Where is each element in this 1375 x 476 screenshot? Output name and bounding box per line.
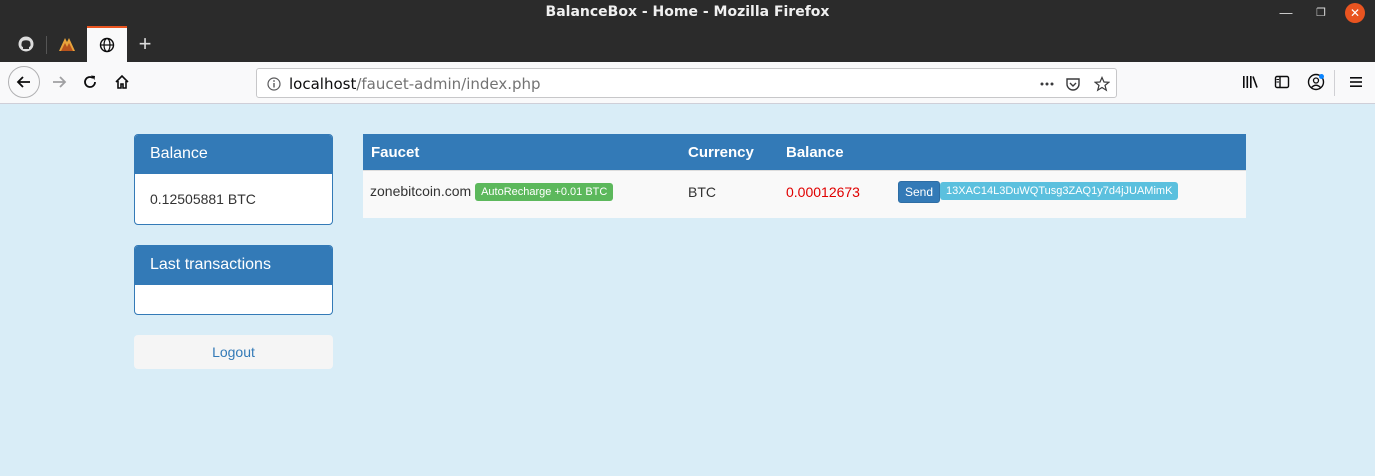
window-titlebar: BalanceBox - Home - Mozilla Firefox — ❐ … [0,0,1375,26]
maximize-icon[interactable]: ❐ [1311,3,1331,23]
balance-cell: 0.00012673 [786,184,860,200]
pocket-icon[interactable] [1065,76,1081,92]
page-actions-icon[interactable] [1039,76,1055,92]
logout-link[interactable]: Logout [134,335,333,369]
arrow-left-icon [16,76,30,88]
faucet-cell: zonebitcoin.com AutoRecharge +0.01 BTC [370,183,614,201]
info-icon[interactable] [266,76,282,92]
address-badge[interactable]: 13XAC14L3DuWQTusg3ZAQ1y7d4jJUAMimK [940,182,1179,200]
column-header-currency: Currency [688,144,754,161]
new-tab-button[interactable]: + [132,26,158,62]
account-icon [1307,73,1325,91]
home-button[interactable] [107,67,137,97]
library-icon [1243,76,1258,88]
balance-panel: Balance 0.12505881 BTC [134,134,333,225]
reload-button[interactable] [75,67,105,97]
forward-button[interactable] [44,67,74,97]
table-header: Faucet Currency Balance [363,134,1246,170]
close-icon[interactable]: ✕ [1345,3,1365,23]
menu-button[interactable] [1342,68,1370,96]
home-icon [115,74,129,89]
account-button[interactable] [1302,68,1330,96]
last-transactions-panel: Last transactions [134,245,333,315]
currency-cell: BTC [688,184,716,200]
nav-toolbar: localhost/faucet-admin/index.php [0,62,1375,104]
table-row: zonebitcoin.com AutoRecharge +0.01 BTC B… [363,170,1246,218]
reload-icon [84,75,96,88]
pinned-tab-github[interactable] [6,26,46,62]
url-text: localhost/faucet-admin/index.php [289,75,541,93]
arrow-right-icon [53,76,67,88]
hamburger-menu-icon [1350,77,1362,87]
faucet-name: zonebitcoin.com [370,183,472,199]
sidebar-icon [1274,75,1290,89]
app-logo-icon [59,38,75,51]
url-host: localhost [289,75,357,93]
balance-heading: Balance [135,135,332,174]
column-header-faucet: Faucet [371,144,420,161]
library-button[interactable] [1236,68,1264,96]
pinned-tab-app[interactable] [47,26,87,62]
back-button[interactable] [8,66,40,98]
sidebar-toggle-button[interactable] [1268,68,1296,96]
last-transactions-heading: Last transactions [135,246,332,285]
bookmark-star-icon[interactable] [1094,76,1110,92]
tab-strip: + [0,26,1375,62]
github-icon [18,36,34,52]
minimize-icon[interactable]: — [1276,3,1296,23]
send-button[interactable]: Send [898,181,941,203]
column-header-balance: Balance [786,144,844,161]
window-title: BalanceBox - Home - Mozilla Firefox [545,4,830,20]
tab-balancebox[interactable] [87,26,127,62]
autorecharge-badge: AutoRecharge +0.01 BTC [475,183,614,201]
faucet-table: Faucet Currency Balance zonebitcoin.com … [363,134,1246,218]
url-path: /faucet-admin/index.php [356,75,541,93]
last-transactions-body [135,285,332,314]
url-bar[interactable]: localhost/faucet-admin/index.php [256,68,1117,98]
balance-value: 0.12505881 BTC [150,191,256,207]
globe-icon [99,37,115,53]
toolbar-divider [1334,70,1335,96]
